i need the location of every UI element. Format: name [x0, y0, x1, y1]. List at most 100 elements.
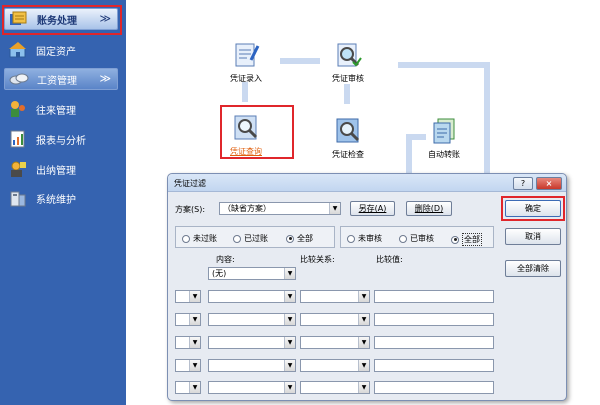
- radio-posted[interactable]: 已过账: [233, 233, 268, 244]
- content-select[interactable]: ▼: [208, 336, 296, 349]
- sidebar-item-cashier[interactable]: 出纳管理: [4, 158, 118, 180]
- sidebar-item-label: 出纳管理: [36, 165, 76, 177]
- report-icon: [8, 130, 28, 148]
- posting-status-group: 未过账 已过账 全部: [175, 226, 335, 248]
- clear-all-button[interactable]: 全部清除: [505, 260, 561, 277]
- content-select[interactable]: ▼: [208, 290, 296, 303]
- fixed-asset-icon: [8, 41, 28, 59]
- content-select[interactable]: ▼: [208, 313, 296, 326]
- cancel-button[interactable]: 取消: [505, 228, 561, 245]
- logic-select[interactable]: ▼: [175, 359, 201, 372]
- radio-unaudited[interactable]: 未审核: [347, 233, 382, 244]
- value-input[interactable]: [374, 336, 494, 349]
- dropdown-arrow-icon: ▼: [358, 360, 369, 371]
- relation-select[interactable]: ▼: [300, 336, 370, 349]
- maintenance-icon: [8, 189, 28, 207]
- value-input[interactable]: [374, 381, 494, 394]
- sidebar-item-maintenance[interactable]: 系统维护: [4, 187, 118, 209]
- sidebar: 账务处理 ≫ 固定资产 工资管理 ≫ 往来管理 报表与分析 出纳管理 系统维护: [0, 0, 126, 405]
- dialog-title-bar[interactable]: 凭证过滤 ? ×: [168, 174, 566, 192]
- highlight-frame-ok: [501, 196, 565, 221]
- flow-node-label: 凭证检查: [332, 150, 364, 159]
- radio-audited[interactable]: 已审核: [399, 233, 434, 244]
- radio-unposted[interactable]: 未过账: [182, 233, 217, 244]
- relation-header: 比较关系:: [300, 255, 335, 264]
- dropdown-arrow-icon: ▼: [189, 291, 200, 302]
- content-select[interactable]: (无) ▼: [208, 267, 296, 280]
- help-button[interactable]: ?: [513, 177, 533, 190]
- payroll-icon: [9, 70, 29, 88]
- highlight-frame-ledger: [2, 5, 122, 35]
- audit-status-group: 未审核 已审核 全部: [340, 226, 494, 248]
- flow-diagram: 凭证录入 凭证审核 凭证查询 凭证检查 自动转账: [126, 0, 600, 180]
- dropdown-arrow-icon: ▼: [189, 382, 200, 393]
- value-input[interactable]: [374, 359, 494, 372]
- sidebar-item-label: 工资管理: [37, 75, 77, 87]
- sidebar-item-accounts[interactable]: 往来管理: [4, 98, 118, 120]
- dropdown-arrow-icon: ▼: [358, 314, 369, 325]
- dropdown-arrow-icon: ▼: [358, 337, 369, 348]
- relation-select[interactable]: ▼: [300, 381, 370, 394]
- cashier-icon: [8, 160, 28, 178]
- sidebar-item-payroll[interactable]: 工资管理 ≫: [4, 68, 118, 90]
- dropdown-arrow-icon: ▼: [189, 360, 200, 371]
- dropdown-arrow-icon: ▼: [284, 382, 295, 393]
- content-value: (无): [212, 269, 227, 278]
- relation-select[interactable]: ▼: [300, 359, 370, 372]
- logic-select[interactable]: ▼: [175, 313, 201, 326]
- delete-button[interactable]: 删除(D): [406, 201, 452, 216]
- highlight-frame-voucher-query: [220, 105, 294, 159]
- dropdown-arrow-icon: ▼: [284, 314, 295, 325]
- relation-select[interactable]: ▼: [300, 313, 370, 326]
- content-select[interactable]: ▼: [208, 381, 296, 394]
- flow-arrow: [484, 62, 490, 180]
- flow-node-auto-transfer[interactable]: 自动转账: [414, 116, 474, 160]
- dropdown-arrow-icon: ▼: [284, 291, 295, 302]
- flow-node-label: 凭证录入: [230, 74, 262, 83]
- sidebar-item-label: 固定资产: [36, 46, 76, 58]
- flow-arrow: [280, 58, 320, 64]
- dropdown-arrow-icon: ▼: [358, 291, 369, 302]
- save-as-button[interactable]: 另存(A): [350, 201, 395, 216]
- dropdown-arrow-icon: ▼: [358, 382, 369, 393]
- logic-select[interactable]: ▼: [175, 381, 201, 394]
- close-button[interactable]: ×: [536, 177, 562, 190]
- scheme-value: （缺省方案）: [223, 204, 271, 213]
- radio-audit-all[interactable]: 全部: [451, 233, 482, 246]
- accounts-icon: [8, 100, 28, 118]
- chevron-right-icon: ≫: [99, 72, 110, 85]
- flow-node-voucher-entry[interactable]: 凭证录入: [216, 40, 276, 84]
- voucher-audit-icon: [333, 40, 363, 70]
- dialog-title: 凭证过滤: [174, 179, 206, 188]
- flow-arrow: [344, 84, 350, 104]
- value-input[interactable]: [374, 290, 494, 303]
- flow-node-label: 凭证审核: [332, 74, 364, 83]
- sidebar-item-fixed-asset[interactable]: 固定资产: [4, 39, 118, 61]
- logic-select[interactable]: ▼: [175, 336, 201, 349]
- flow-arrow: [242, 82, 248, 102]
- scheme-select[interactable]: （缺省方案） ▼: [219, 202, 341, 215]
- sidebar-item-report[interactable]: 报表与分析: [4, 128, 118, 150]
- dropdown-arrow-icon: ▼: [284, 268, 295, 279]
- flow-node-voucher-check[interactable]: 凭证检查: [318, 116, 378, 160]
- radio-posting-all[interactable]: 全部: [286, 233, 313, 244]
- value-header: 比较值:: [376, 255, 403, 264]
- dropdown-arrow-icon: ▼: [189, 337, 200, 348]
- value-input[interactable]: [374, 313, 494, 326]
- relation-select[interactable]: ▼: [300, 290, 370, 303]
- dropdown-arrow-icon: ▼: [189, 314, 200, 325]
- content-header: 内容:: [216, 255, 235, 264]
- voucher-filter-dialog: 凭证过滤 ? × 方案(S): （缺省方案） ▼ 另存(A) 删除(D) 确定 …: [167, 173, 567, 401]
- flow-node-label: 自动转账: [428, 150, 460, 159]
- content-select[interactable]: ▼: [208, 359, 296, 372]
- sidebar-item-label: 往来管理: [36, 105, 76, 117]
- flow-arrow: [398, 62, 490, 68]
- sidebar-item-label: 报表与分析: [36, 135, 86, 147]
- dropdown-arrow-icon: ▼: [284, 360, 295, 371]
- sidebar-item-label: 系统维护: [36, 194, 76, 206]
- flow-node-voucher-audit[interactable]: 凭证审核: [318, 40, 378, 84]
- auto-transfer-icon: [429, 116, 459, 146]
- voucher-check-icon: [333, 116, 363, 146]
- dropdown-arrow-icon: ▼: [284, 337, 295, 348]
- logic-select[interactable]: ▼: [175, 290, 201, 303]
